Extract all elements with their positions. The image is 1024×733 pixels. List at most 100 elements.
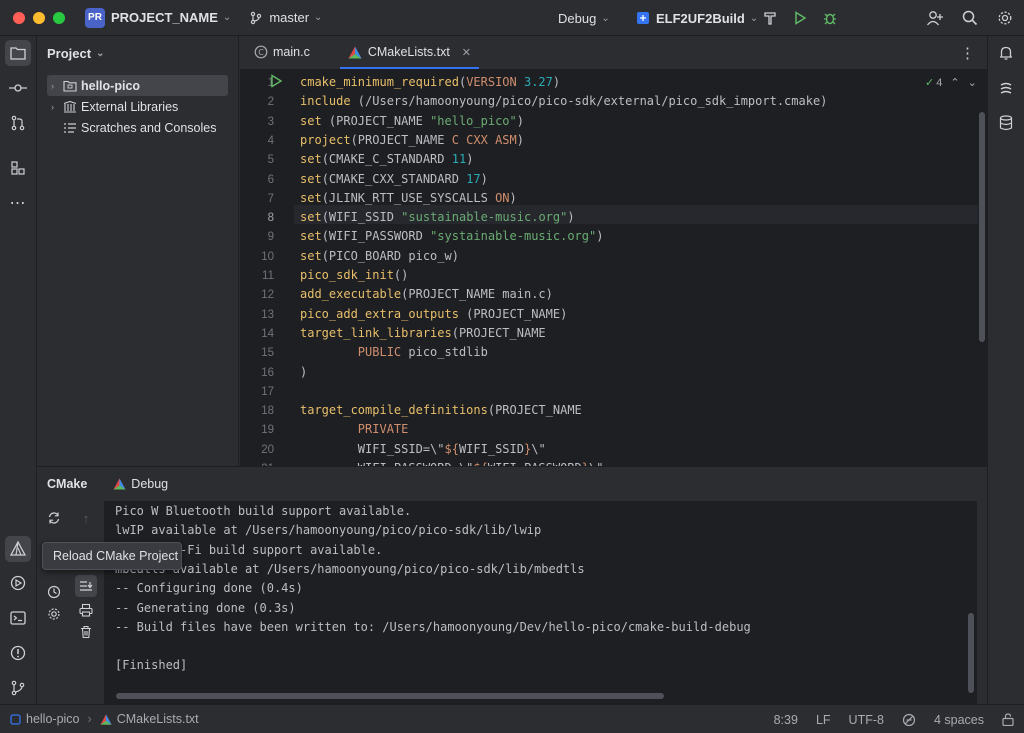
line-number[interactable]: 7 bbox=[244, 190, 274, 209]
project-tool-icon[interactable] bbox=[5, 40, 31, 66]
code-token: ) bbox=[300, 364, 308, 379]
commit-icon[interactable] bbox=[5, 75, 31, 101]
hammer-icon[interactable] bbox=[757, 5, 783, 31]
tab-cmake[interactable]: CMake bbox=[37, 477, 97, 491]
line-number[interactable]: 13 bbox=[244, 306, 274, 325]
run-gutter-icon[interactable] bbox=[270, 74, 283, 91]
line-number[interactable]: 8 bbox=[244, 209, 274, 228]
terminal-icon[interactable] bbox=[5, 605, 31, 631]
cmake-console-output[interactable]: Pico W Bluetooth build support available… bbox=[104, 501, 977, 705]
line-number[interactable]: 9 bbox=[244, 228, 274, 247]
tab-debug[interactable]: Debug bbox=[103, 477, 178, 491]
chevron-down-icon[interactable]: ⌄ bbox=[968, 76, 977, 89]
check-icon: ✓ bbox=[925, 77, 935, 89]
line-number[interactable]: 15 bbox=[244, 344, 274, 363]
tab-options-icon[interactable]: ⋮ bbox=[960, 36, 975, 70]
lock-icon[interactable] bbox=[1002, 713, 1014, 726]
breadcrumb-project[interactable]: hello-pico bbox=[26, 712, 80, 726]
code-line: project(PROJECT_NAME C CXX ASM) bbox=[300, 131, 524, 150]
tab-label: CMakeLists.txt bbox=[367, 45, 450, 59]
ai-assistant-icon[interactable] bbox=[993, 76, 1019, 102]
close-window-button[interactable] bbox=[13, 11, 25, 24]
code-token: ) bbox=[596, 229, 604, 244]
run-icon[interactable] bbox=[787, 5, 813, 31]
pull-requests-icon[interactable] bbox=[5, 110, 31, 136]
settings-icon[interactable] bbox=[43, 603, 65, 625]
line-number[interactable]: 18 bbox=[244, 402, 274, 421]
close-tab-icon[interactable]: ✕ bbox=[462, 46, 471, 59]
tree-item-hello-pico[interactable]: › hello-pico bbox=[47, 75, 228, 96]
reload-icon[interactable] bbox=[43, 507, 65, 529]
zoom-window-button[interactable] bbox=[53, 11, 65, 24]
services-icon[interactable] bbox=[5, 570, 31, 596]
cmake-tool-icon[interactable] bbox=[5, 536, 31, 562]
code-token: (PROJECT_NAME bbox=[350, 132, 452, 147]
console-line: lwIP available at /Users/hamoonyoung/pic… bbox=[115, 523, 542, 538]
project-name-dropdown[interactable]: PROJECT_NAME bbox=[111, 10, 218, 25]
notifications-icon[interactable] bbox=[993, 40, 1019, 66]
arrow-up-icon[interactable]: ↑ bbox=[75, 507, 97, 529]
editor-scrollbar[interactable] bbox=[979, 112, 985, 342]
line-number[interactable]: 4 bbox=[244, 132, 274, 151]
code-editor[interactable]: cmake_minimum_required(VERSION 3.27) incl… bbox=[300, 72, 980, 466]
module-icon bbox=[10, 713, 21, 725]
minimize-window-button[interactable] bbox=[33, 11, 45, 24]
run-config-label: ELF2UF2Build bbox=[656, 10, 745, 26]
tree-item-scratches[interactable]: Scratches and Consoles bbox=[37, 117, 238, 138]
tab-main-c[interactable]: C main.c bbox=[242, 35, 322, 69]
console-line: [Finished] bbox=[115, 658, 188, 673]
chevron-right-icon: › bbox=[51, 80, 54, 91]
build-type-selector[interactable]: Debug ⌄ bbox=[558, 0, 610, 36]
breadcrumb-file[interactable]: CMakeLists.txt bbox=[117, 712, 199, 726]
code-token: (JLINK_RTT_USE_SYSCALLS bbox=[321, 190, 496, 205]
run-config-selector[interactable]: ELF2UF2Build ⌄ bbox=[636, 0, 758, 36]
print-icon[interactable] bbox=[75, 599, 97, 621]
line-number[interactable]: 20 bbox=[244, 441, 274, 460]
tab-cmakelists[interactable]: CMakeLists.txt ✕ bbox=[336, 35, 483, 69]
console-horizontal-scrollbar[interactable] bbox=[116, 693, 664, 699]
problems-icon[interactable] bbox=[5, 640, 31, 666]
line-number[interactable]: 2 bbox=[244, 93, 274, 112]
line-number[interactable]: 5 bbox=[244, 151, 274, 170]
version-control-icon[interactable] bbox=[5, 675, 31, 701]
structure-icon[interactable] bbox=[5, 155, 31, 181]
search-icon[interactable] bbox=[957, 5, 983, 31]
soft-wrap-icon[interactable] bbox=[75, 575, 97, 597]
project-badge[interactable]: PR bbox=[85, 7, 105, 28]
line-number[interactable]: 11 bbox=[244, 267, 274, 286]
file-encoding[interactable]: UTF-8 bbox=[849, 713, 884, 727]
line-number[interactable]: 12 bbox=[244, 286, 274, 305]
indent-setting[interactable]: 4 spaces bbox=[934, 713, 984, 727]
line-number[interactable]: 19 bbox=[244, 421, 274, 440]
line-number[interactable]: 6 bbox=[244, 171, 274, 190]
reload-cmake-tooltip: Reload CMake Project bbox=[42, 542, 182, 570]
line-ending[interactable]: LF bbox=[816, 713, 831, 727]
database-icon[interactable] bbox=[993, 110, 1019, 136]
trash-icon[interactable] bbox=[75, 621, 97, 643]
console-vertical-scrollbar[interactable] bbox=[968, 613, 974, 693]
line-number[interactable]: 14 bbox=[244, 325, 274, 344]
clear-cache-icon[interactable] bbox=[43, 581, 65, 603]
add-user-icon[interactable] bbox=[922, 5, 948, 31]
branch-widget[interactable]: master ⌄ bbox=[249, 10, 322, 25]
gear-icon[interactable] bbox=[992, 5, 1018, 31]
inspection-widget[interactable]: ✓ 4 ⌃ ⌄ bbox=[925, 76, 977, 90]
line-number[interactable]: 17 bbox=[244, 383, 274, 402]
project-panel-header[interactable]: Project ⌄ bbox=[37, 36, 238, 70]
no-ai-icon[interactable] bbox=[902, 713, 916, 727]
line-number[interactable]: 3 bbox=[244, 113, 274, 132]
tree-item-external-libraries[interactable]: › External Libraries bbox=[37, 96, 238, 117]
more-tools-icon[interactable]: ⋯ bbox=[5, 190, 31, 216]
chevron-up-icon[interactable]: ⌃ bbox=[950, 76, 959, 89]
code-token: WIFI_SSID=\" bbox=[300, 441, 445, 456]
debug-icon[interactable] bbox=[817, 5, 843, 31]
code-token: target_link_libraries bbox=[300, 325, 452, 340]
svg-text:C: C bbox=[258, 48, 264, 57]
line-number[interactable]: 10 bbox=[244, 248, 274, 267]
console-line: -- Build files have been written to: /Us… bbox=[115, 619, 751, 634]
line-number[interactable]: 16 bbox=[244, 364, 274, 383]
code-line: pico_sdk_init() bbox=[300, 266, 408, 285]
caret-position[interactable]: 8:39 bbox=[774, 713, 798, 727]
code-token: (PROJECT_NAME) bbox=[458, 306, 568, 321]
code-token: (WIFI_PASSWORD bbox=[321, 229, 431, 244]
